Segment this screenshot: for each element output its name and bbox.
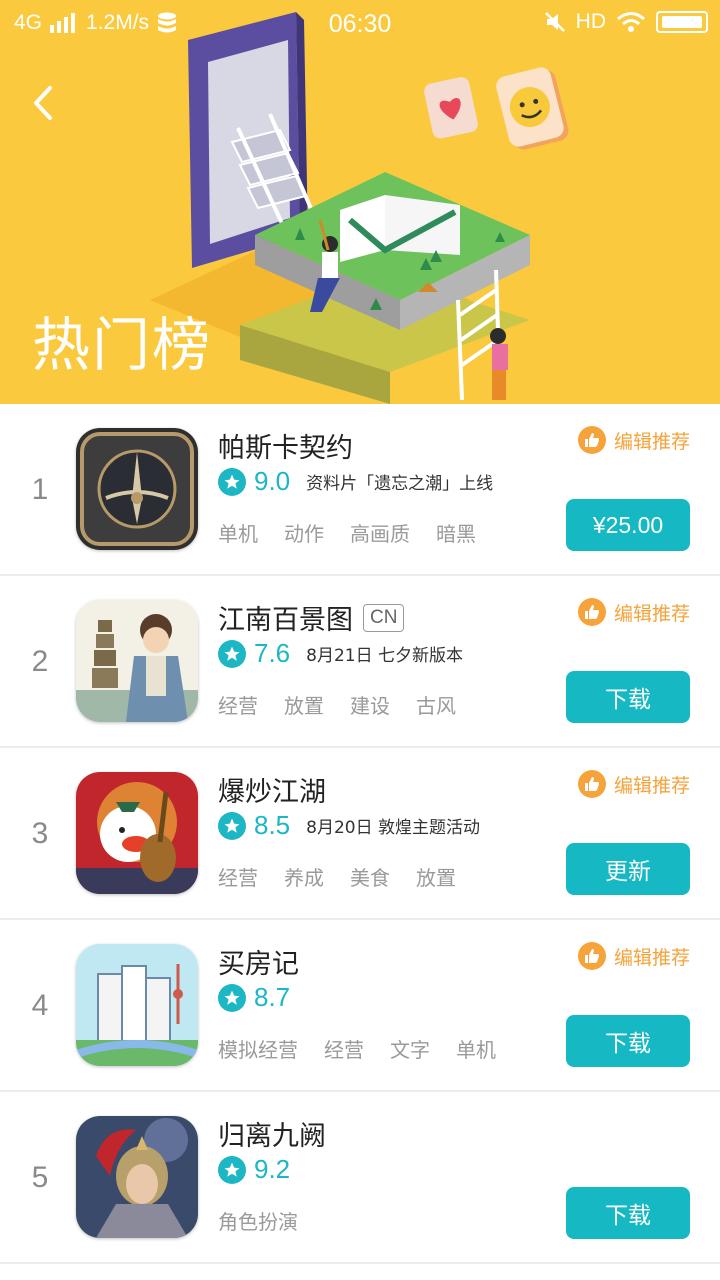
editor-pick-label: 编辑推荐	[613, 602, 690, 625]
app-name: 江南百景图	[218, 605, 353, 636]
tag[interactable]: 放置	[284, 690, 324, 719]
tag[interactable]: 角色扮演	[218, 1206, 298, 1235]
tag-list: 经营 放置 建设 古风	[218, 690, 456, 719]
rank-number: 5	[31, 1161, 49, 1194]
app-name: 帕斯卡契约	[218, 433, 353, 464]
tag-list: 模拟经营 经营 文字 单机	[218, 1034, 496, 1063]
rating-score: 8.7	[254, 982, 291, 1012]
editor-pick-badge: 编辑推荐	[577, 426, 690, 454]
banner: 4G 1.2M/s 06:30 HD 热门榜	[0, 0, 720, 404]
tag[interactable]: 单机	[456, 1034, 496, 1063]
app-icon-baochao[interactable]	[76, 772, 198, 894]
tag[interactable]: 放置	[416, 862, 456, 891]
hd-label: HD	[575, 10, 606, 33]
app-icon-guili[interactable]	[76, 1116, 198, 1238]
rating-score: 8.5	[254, 810, 291, 840]
editor-pick-badge: 编辑推荐	[577, 770, 690, 798]
update-note: 资料片「遗忘之潮」上线	[306, 474, 494, 494]
tag[interactable]: 文字	[390, 1034, 430, 1063]
page-title: 热门榜	[32, 311, 213, 379]
app-icon-pascal[interactable]	[76, 428, 198, 550]
update-button[interactable]: 更新	[566, 843, 690, 895]
thumbs-up-icon	[577, 770, 606, 798]
star-icon	[218, 639, 246, 668]
star-icon	[218, 467, 246, 496]
star-icon	[218, 983, 246, 1012]
tag[interactable]: 建设	[350, 690, 390, 719]
region-badge: CN	[363, 603, 405, 632]
app-name: 买房记	[218, 949, 299, 980]
rank-number: 2	[31, 645, 49, 678]
star-icon	[218, 1155, 246, 1184]
rank-number: 3	[31, 817, 49, 850]
rank-number: 4	[31, 989, 49, 1022]
tag[interactable]: 古风	[416, 690, 456, 719]
list-item[interactable]: 1 帕斯卡契约 9.0 资料片「遗忘之潮」上线 单机 动作 高画质 暗黑 编辑推…	[0, 404, 720, 576]
app-name: 爆炒江湖	[218, 777, 326, 808]
tag[interactable]: 模拟经营	[218, 1034, 298, 1063]
mute-icon	[544, 12, 565, 32]
rating-score: 9.2	[254, 1154, 291, 1184]
thumbs-up-icon	[577, 426, 606, 454]
tag-list: 角色扮演	[218, 1206, 298, 1235]
list-item[interactable]: 3 爆炒江湖 8.5 8月20日 敦煌主题活动 经营 养成 美食 放置 编辑推荐…	[0, 748, 720, 920]
list-item[interactable]: 5 归离九阙 9.2 角色扮演 下载	[0, 1092, 720, 1264]
buy-button[interactable]: ¥25.00	[566, 499, 690, 551]
status-bar: 4G 1.2M/s 06:30 HD	[0, 0, 720, 50]
app-name: 归离九阙	[218, 1121, 326, 1152]
download-button[interactable]: 下载	[566, 1187, 690, 1239]
download-button[interactable]: 下载	[566, 1015, 690, 1067]
editor-pick-label: 编辑推荐	[613, 774, 690, 797]
ranking-list: 1 帕斯卡契约 9.0 资料片「遗忘之潮」上线 单机 动作 高画质 暗黑 编辑推…	[0, 404, 720, 1264]
tag[interactable]: 经营	[218, 862, 258, 891]
tag-list: 单机 动作 高画质 暗黑	[218, 518, 476, 547]
editor-pick-badge: 编辑推荐	[577, 942, 690, 970]
update-note: 8月21日 七夕新版本	[306, 646, 464, 666]
download-button[interactable]: 下载	[566, 671, 690, 723]
tag[interactable]: 经营	[218, 690, 258, 719]
battery-icon	[656, 11, 708, 33]
app-icon-maifangji[interactable]	[76, 944, 198, 1066]
tag-list: 经营 养成 美食 放置	[218, 862, 456, 891]
back-button[interactable]	[22, 80, 68, 126]
chevron-left-icon	[34, 86, 52, 120]
tag[interactable]: 美食	[350, 862, 390, 891]
tag[interactable]: 单机	[218, 518, 258, 547]
tag[interactable]: 经营	[324, 1034, 364, 1063]
app-icon-jiangnan[interactable]	[76, 600, 198, 722]
tag[interactable]: 高画质	[350, 518, 410, 547]
editor-pick-label: 编辑推荐	[613, 946, 690, 969]
wifi-icon	[617, 12, 645, 32]
thumbs-up-icon	[577, 942, 606, 970]
editor-pick-label: 编辑推荐	[613, 430, 690, 453]
rating-score: 9.0	[254, 466, 291, 496]
tag[interactable]: 养成	[284, 862, 324, 891]
thumbs-up-icon	[577, 598, 606, 626]
rank-number: 1	[31, 473, 49, 506]
tag[interactable]: 动作	[284, 518, 324, 547]
star-icon	[218, 811, 246, 840]
list-item[interactable]: 4 买房记 8.7 模拟经营 经营 文字 单机 编辑推荐 下载	[0, 920, 720, 1092]
editor-pick-badge: 编辑推荐	[577, 598, 690, 626]
tag[interactable]: 暗黑	[436, 518, 476, 547]
rating-score: 7.6	[254, 638, 291, 668]
update-note: 8月20日 敦煌主题活动	[306, 818, 481, 838]
list-item[interactable]: 2 江南百景图 CN 7.6 8月21日 七夕新版本 经营 放置 建设 古风 编…	[0, 576, 720, 748]
